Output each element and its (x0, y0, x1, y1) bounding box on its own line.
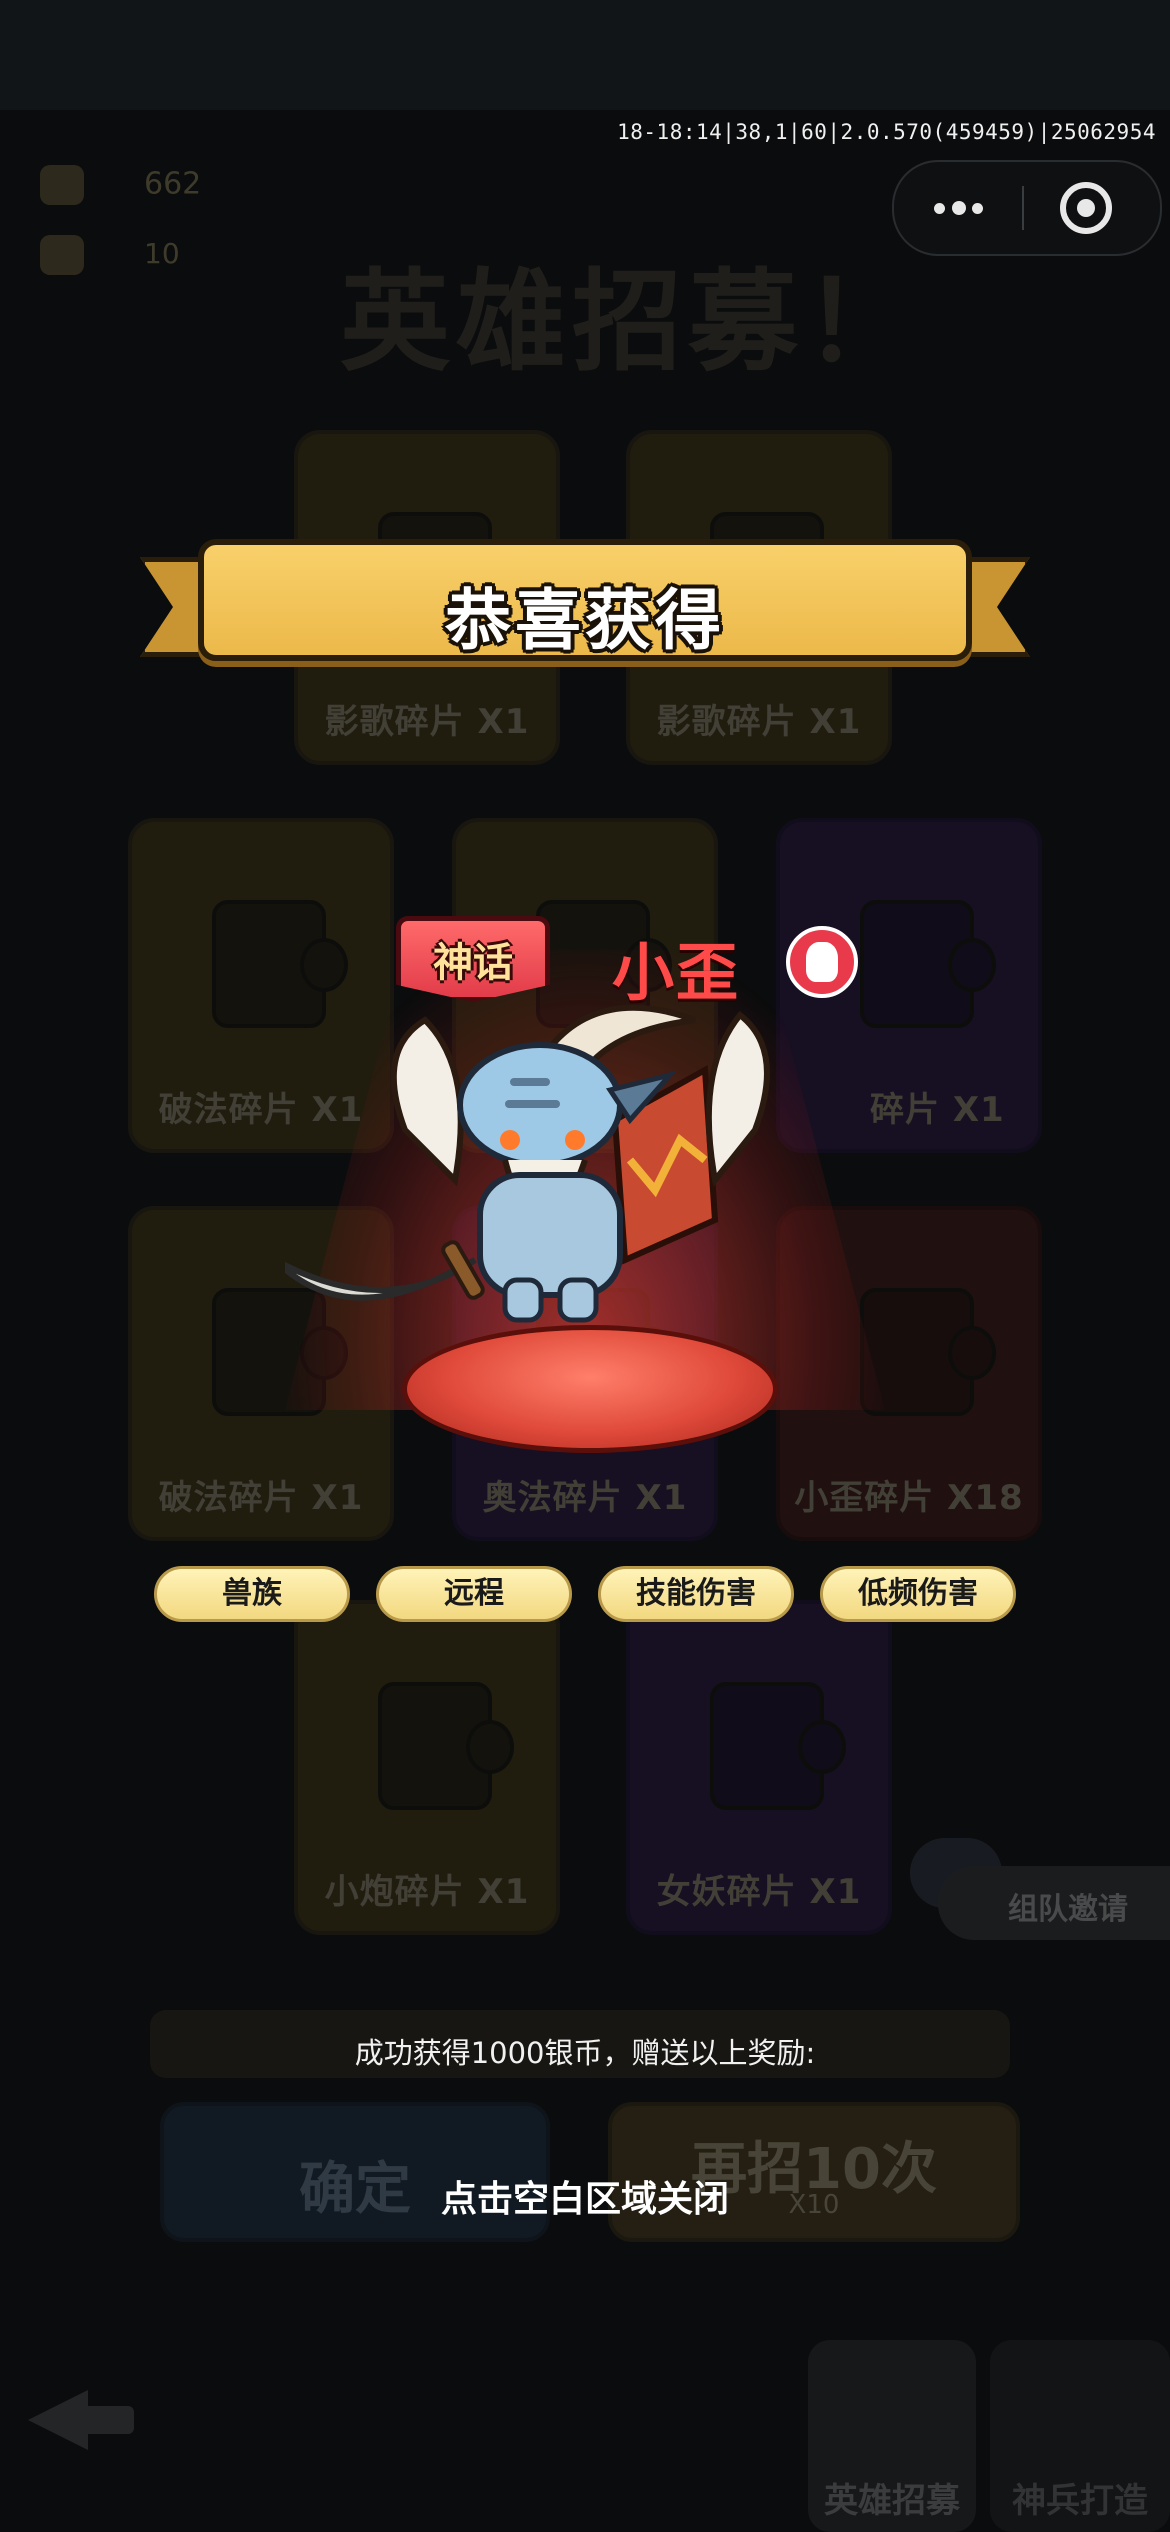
nav-hero-recruit[interactable]: 英雄招募 (808, 2340, 976, 2532)
banner-title: 恭喜获得 (445, 582, 725, 659)
orc-skull-icon (786, 926, 858, 998)
hero-name: 小歪 (612, 936, 741, 1009)
puzzle-piece-icon (710, 1682, 846, 1810)
banner-plate: 恭喜获得 (198, 539, 972, 661)
puzzle-piece-icon (378, 1682, 514, 1810)
reward-summary-text: 成功获得1000银币，赠送以上奖励: (354, 2036, 816, 2070)
nav-weapon-forge[interactable]: 神兵打造 (990, 2340, 1170, 2532)
team-invite-button[interactable]: 组队邀请 (938, 1866, 1170, 1940)
ticket-icon (40, 235, 84, 275)
hero-tag: 兽族 (154, 1566, 350, 1622)
mini-program-capsule (892, 160, 1162, 256)
hero-tag: 技能伤害 (598, 1566, 794, 1622)
back-arrow-icon[interactable] (28, 2380, 138, 2460)
resource-tickets: 10 (40, 235, 180, 275)
capsule-divider (1022, 186, 1024, 230)
recruit-page-title: 英雄招募！ (340, 258, 920, 386)
gem-icon (40, 165, 84, 205)
hero-tag: 低频伤害 (820, 1566, 1016, 1622)
more-dots-icon[interactable] (934, 190, 994, 226)
debug-info: 18-18:14|38,1|60|2.0.570(459459)|2506295… (617, 120, 1156, 144)
hero-portrait (285, 1004, 770, 1323)
tap-to-close-hint[interactable]: 点击空白区域关闭 (0, 2170, 1170, 2222)
target-close-icon[interactable] (1060, 182, 1112, 234)
rarity-badge: 神话 (396, 916, 550, 1002)
congrats-banner: 恭喜获得 (140, 535, 1030, 685)
reward-card: 小炮碎片 X1 (294, 1600, 560, 1935)
status-bar (0, 0, 1170, 110)
hero-tag: 远程 (376, 1566, 572, 1622)
resource-gems: 662 (40, 165, 201, 205)
reward-card: 女妖碎片 X1 (626, 1600, 892, 1935)
